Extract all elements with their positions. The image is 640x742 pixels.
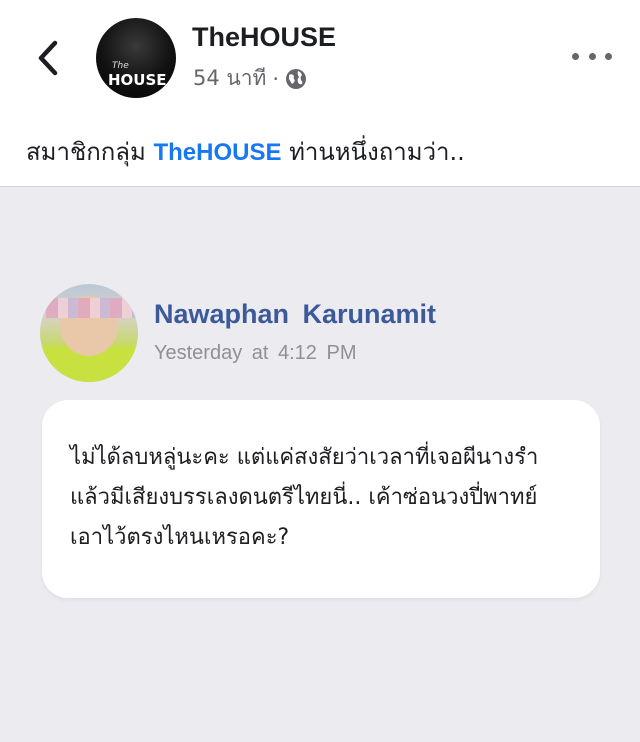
message-line: แล้วมีเสียงบรรเลงดนตรีไทยนี่.. เค้าซ่อนว… — [70, 485, 538, 510]
avatar-blur-overlay — [46, 298, 136, 318]
caption-suffix: ท่านหนึ่งถามว่า.. — [281, 138, 465, 166]
meta-separator: · — [272, 66, 280, 91]
more-dot — [572, 52, 579, 60]
page-name[interactable]: TheHOUSE — [192, 22, 336, 53]
group-mention-link[interactable]: TheHOUSE — [153, 139, 281, 166]
message-line: ไม่ได้ลบหลู่นะคะ แต่แค่สงสัยว่าเวลาที่เจ… — [70, 445, 539, 470]
page-avatar[interactable]: The HOUSE — [96, 18, 176, 98]
post-header: The HOUSE TheHOUSE 54 นาที · — [0, 0, 640, 120]
message-text: ไม่ได้ลบหลู่นะคะ แต่แค่สงสัยว่าเวลาที่เจ… — [70, 438, 580, 558]
caption-prefix: สมาชิกกลุ่ม — [26, 138, 154, 166]
author-name: Nawaphan Karunamit — [154, 299, 437, 329]
chevron-left-icon — [38, 40, 58, 76]
embedded-post-timestamp: Yesterday at 4:12 PM — [154, 342, 357, 364]
post-meta: 54 นาที · — [193, 62, 307, 95]
avatar-logo-large: HOUSE — [108, 71, 167, 89]
message-bubble: ไม่ได้ลบหลู่นะคะ แต่แค่สงสัยว่าเวลาที่เจ… — [42, 400, 600, 598]
post-time-ago[interactable]: 54 นาที — [193, 62, 266, 95]
globe-icon — [286, 68, 307, 89]
more-dot — [588, 52, 596, 60]
back-button[interactable] — [28, 36, 68, 80]
post-caption: สมาชิกกลุ่ม TheHOUSE ท่านหนึ่งถามว่า.. — [26, 132, 465, 171]
more-dot — [605, 52, 612, 60]
avatar-logo-small: The — [112, 61, 129, 71]
message-line: เอาไว้ตรงไหนเหรอคะ? — [70, 525, 290, 550]
more-options-button[interactable] — [572, 44, 612, 68]
author-avatar — [40, 284, 138, 382]
